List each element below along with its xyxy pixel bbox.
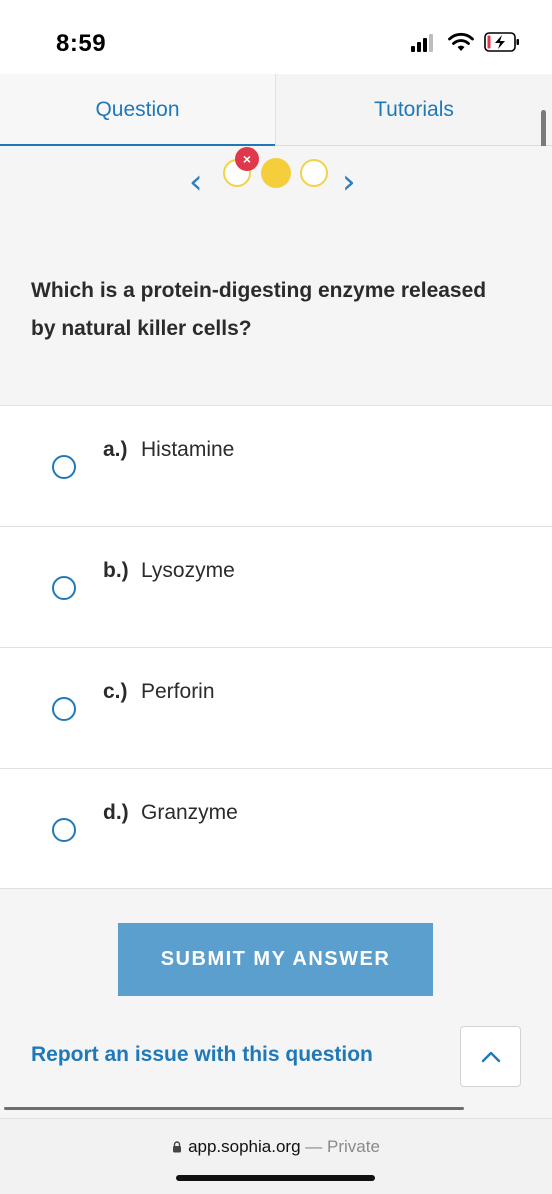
option-label: Histamine xyxy=(141,438,235,461)
option-d[interactable]: d.) Granzyme xyxy=(0,768,552,889)
tab-bar: Question Tutorials xyxy=(0,74,552,147)
status-bar: 8:59 xyxy=(0,0,552,74)
progress-dot-unanswered[interactable] xyxy=(300,159,328,187)
action-panel: SUBMIT MY ANSWER Report an issue with th… xyxy=(0,889,552,1118)
option-c[interactable]: c.) Perforin xyxy=(0,647,552,768)
status-time: 8:59 xyxy=(56,30,107,57)
browser-address-bar[interactable]: app.sophia.org — Private xyxy=(0,1118,552,1194)
submit-answer-button[interactable]: SUBMIT MY ANSWER xyxy=(118,923,433,996)
radio-button[interactable] xyxy=(52,818,76,842)
option-letter: d.) xyxy=(103,801,129,824)
option-label: Perforin xyxy=(141,680,215,703)
battery-charging-icon xyxy=(484,32,519,52)
cellular-signal-icon xyxy=(411,34,435,52)
radio-button[interactable] xyxy=(52,455,76,479)
option-letter: a.) xyxy=(103,438,128,461)
progress-dot-current[interactable] xyxy=(261,158,291,188)
option-label: Lysozyme xyxy=(141,559,235,582)
home-indicator[interactable] xyxy=(176,1175,375,1181)
horizontal-scrollbar[interactable] xyxy=(4,1107,464,1110)
radio-button[interactable] xyxy=(52,697,76,721)
option-letter: c.) xyxy=(103,680,128,703)
tab-tutorials[interactable]: Tutorials xyxy=(276,74,552,146)
previous-question-icon[interactable]: ‹ xyxy=(189,162,203,202)
scroll-to-top-button[interactable] xyxy=(460,1026,521,1087)
next-question-icon[interactable]: › xyxy=(342,162,356,202)
url-separator: — xyxy=(300,1137,327,1156)
radio-button[interactable] xyxy=(52,576,76,600)
wifi-icon xyxy=(448,32,474,51)
option-letter: b.) xyxy=(103,559,129,582)
lock-icon xyxy=(173,1141,182,1153)
option-b[interactable]: b.) Lysozyme xyxy=(0,526,552,647)
chevron-up-icon xyxy=(481,1051,500,1062)
url-text: app.sophia.org xyxy=(188,1137,301,1156)
url-display[interactable]: app.sophia.org — Private xyxy=(0,1137,552,1157)
report-issue-link[interactable]: Report an issue with this question xyxy=(31,1043,373,1067)
question-text: Which is a protein-digesting enzyme rele… xyxy=(31,279,487,340)
option-label: Granzyme xyxy=(141,801,238,824)
question-panel: ‹ × › Which is a protein-digesting enzym… xyxy=(0,146,552,405)
incorrect-x-icon: × xyxy=(235,147,259,171)
privacy-label: Private xyxy=(327,1137,380,1156)
answer-options: a.) Histamine b.) Lysozyme c.) Perforin … xyxy=(0,405,552,889)
option-a[interactable]: a.) Histamine xyxy=(0,405,552,526)
tab-question[interactable]: Question xyxy=(0,74,276,147)
